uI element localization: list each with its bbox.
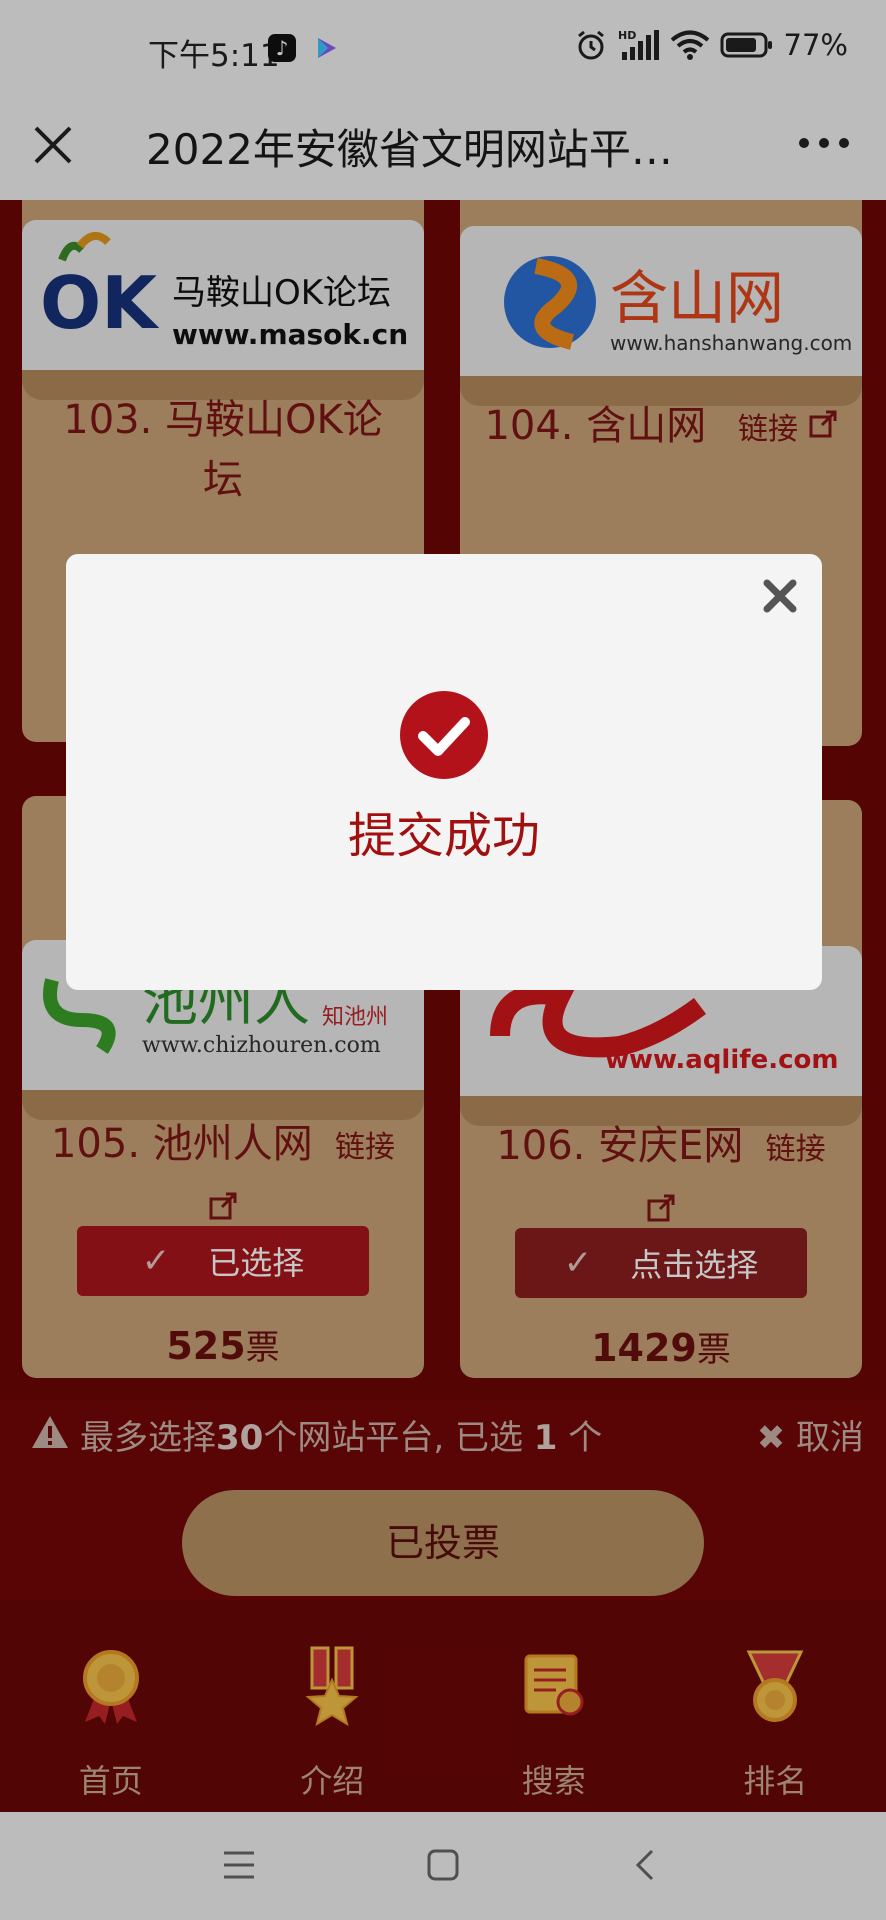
- success-check-icon: [400, 691, 488, 779]
- success-message: 提交成功: [347, 808, 540, 864]
- close-icon[interactable]: [762, 578, 798, 614]
- success-dialog: 提交成功: [66, 554, 822, 990]
